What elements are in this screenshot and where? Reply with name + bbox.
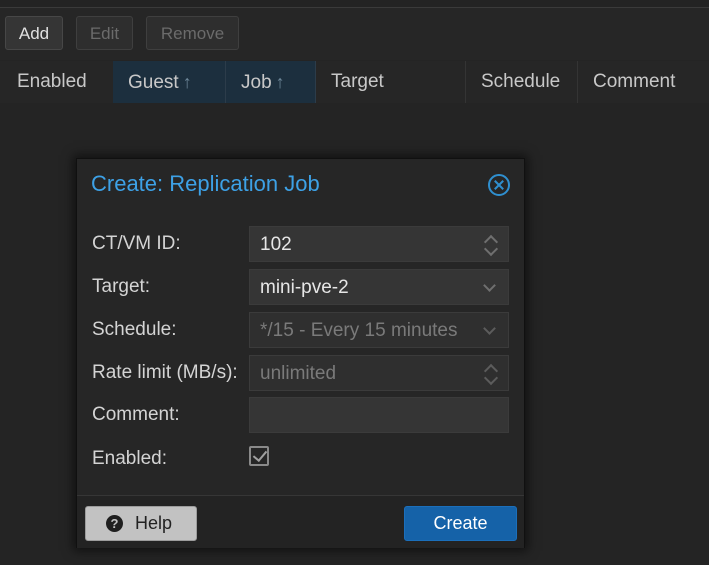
column-header-comment[interactable]: Comment xyxy=(577,61,709,103)
enabled-checkbox[interactable] xyxy=(249,446,269,466)
ctvm-id-label: CT/VM ID: xyxy=(92,233,181,254)
add-button[interactable]: Add xyxy=(5,16,63,50)
column-label: Comment xyxy=(593,71,676,92)
enabled-label: Enabled: xyxy=(92,448,168,469)
column-label: Schedule xyxy=(481,71,561,92)
column-header-job[interactable]: Job ↑ xyxy=(226,61,316,103)
comment-row: Comment: xyxy=(77,397,524,433)
column-label: Guest xyxy=(128,72,179,93)
comment-label: Comment: xyxy=(92,404,180,425)
rate-limit-label: Rate limit (MB/s): xyxy=(92,362,238,383)
ctvm-id-row: CT/VM ID: 102 xyxy=(77,226,524,262)
column-header-schedule[interactable]: Schedule xyxy=(465,61,577,103)
target-value: mini-pve-2 xyxy=(260,277,349,298)
help-icon: ? xyxy=(106,515,123,532)
toolbar: Add Edit Remove xyxy=(0,8,709,60)
chevron-down-icon[interactable] xyxy=(483,279,496,292)
column-label: Target xyxy=(331,71,384,92)
dialog-footer: ? Help Create xyxy=(77,495,524,548)
top-divider xyxy=(0,0,709,8)
create-button[interactable]: Create xyxy=(404,506,517,541)
close-icon[interactable] xyxy=(488,174,510,196)
column-header-target[interactable]: Target xyxy=(316,61,465,103)
ctvm-id-field[interactable]: 102 xyxy=(249,226,509,262)
target-row: Target: mini-pve-2 xyxy=(77,269,524,305)
dialog-title: Create: Replication Job xyxy=(91,171,320,196)
rate-limit-row: Rate limit (MB/s): unlimited xyxy=(77,355,524,391)
sort-ascending-icon: ↑ xyxy=(275,72,285,92)
column-label: Enabled xyxy=(17,71,87,92)
create-replication-job-dialog: Create: Replication Job CT/VM ID: 102 Ta… xyxy=(76,158,525,548)
column-header-guest[interactable]: Guest ↑ xyxy=(113,61,226,103)
ctvm-id-value: 102 xyxy=(260,234,292,255)
target-select[interactable]: mini-pve-2 xyxy=(249,269,509,305)
column-label: Job xyxy=(241,72,272,93)
spinner-icon[interactable] xyxy=(483,233,499,257)
schedule-row: Schedule: */15 - Every 15 minutes xyxy=(77,312,524,348)
edit-button[interactable]: Edit xyxy=(76,16,133,50)
enabled-row: Enabled: xyxy=(77,441,524,477)
schedule-select[interactable]: */15 - Every 15 minutes xyxy=(249,312,509,348)
rate-limit-placeholder: unlimited xyxy=(260,363,337,384)
chevron-down-icon[interactable] xyxy=(483,322,496,335)
help-button[interactable]: ? Help xyxy=(85,506,197,541)
rate-limit-field[interactable]: unlimited xyxy=(249,355,509,391)
remove-button[interactable]: Remove xyxy=(146,16,239,50)
column-header-enabled[interactable]: Enabled xyxy=(2,61,113,103)
help-label: Help xyxy=(135,513,173,533)
schedule-label: Schedule: xyxy=(92,319,177,340)
grid-header: Enabled Guest ↑ Job ↑ Target Schedule Comm… xyxy=(0,61,709,103)
schedule-value: */15 - Every 15 minutes xyxy=(260,320,458,341)
dialog-header: Create: Replication Job xyxy=(77,159,524,211)
sort-ascending-icon: ↑ xyxy=(182,72,192,92)
target-label: Target: xyxy=(92,276,151,297)
comment-field[interactable] xyxy=(249,397,509,433)
spinner-icon[interactable] xyxy=(483,362,499,386)
